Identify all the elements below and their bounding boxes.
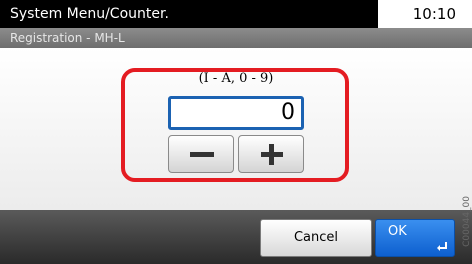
document-code: C00044_00	[462, 196, 472, 247]
ok-label: OK	[388, 224, 407, 239]
increment-button[interactable]	[238, 135, 304, 173]
window-title: System Menu/Counter.	[0, 0, 378, 28]
minus-icon	[190, 152, 214, 157]
range-hint: (I - A, 0 - 9)	[198, 71, 274, 86]
screen-subtitle: Registration - MH-L	[0, 28, 472, 48]
value-field[interactable]: 0	[168, 96, 304, 130]
top-bar: System Menu/Counter. 10:10	[0, 0, 472, 30]
enter-arrow-icon	[437, 242, 447, 251]
decrement-button[interactable]	[168, 135, 234, 173]
cancel-button[interactable]: Cancel	[260, 219, 372, 257]
clock: 10:10	[412, 5, 456, 23]
ok-button[interactable]: OK	[375, 219, 455, 257]
